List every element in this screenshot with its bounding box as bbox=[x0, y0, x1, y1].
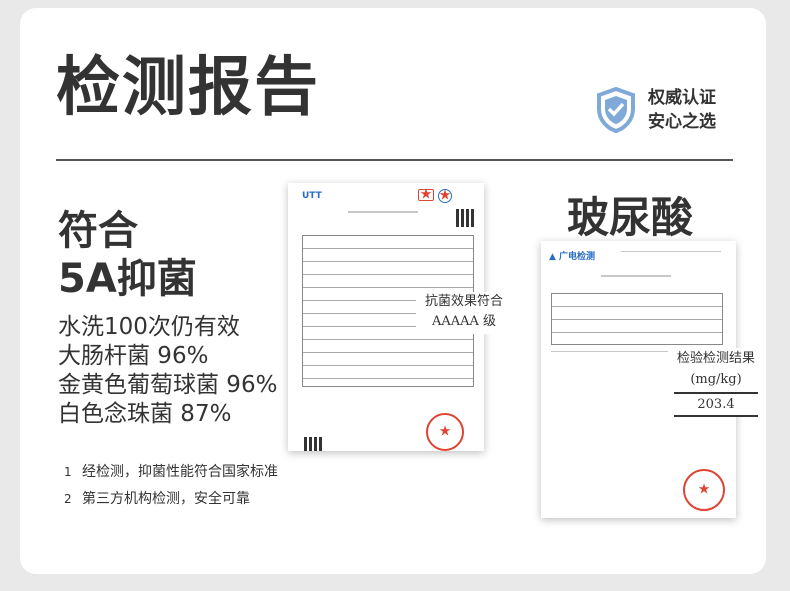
notes-list: 1 经检测，抑菌性能符合国家标准 2 第三方机构检测，安全可靠 bbox=[64, 459, 278, 513]
stat-item: 白色念珠菌 87% bbox=[58, 401, 232, 427]
note-number: 2 bbox=[64, 492, 72, 506]
badge-line-1: 权威认证 bbox=[648, 88, 716, 108]
report-heading bbox=[601, 275, 671, 277]
note-text: 第三方机构检测，安全可靠 bbox=[82, 491, 250, 507]
callout-line-2: AAAAA 级 bbox=[431, 314, 497, 329]
badge-line-2: 安心之选 bbox=[648, 112, 716, 132]
stat-item: 水洗100次仍有效 bbox=[58, 314, 240, 340]
cma-mark bbox=[418, 189, 434, 201]
callout-test-result: 检验检测结果 (mg/kg) 203.4 bbox=[668, 348, 764, 417]
report-header-line bbox=[621, 251, 721, 252]
qr-code bbox=[456, 209, 474, 227]
report-text-line bbox=[551, 351, 671, 352]
note-item: 1 经检测，抑菌性能符合国家标准 bbox=[64, 459, 278, 486]
stat-item: 大肠杆菌 96% bbox=[58, 343, 209, 369]
callout-unit: (mg/kg) bbox=[690, 372, 742, 387]
callout-title: 检验检测结果 bbox=[676, 351, 755, 366]
qr-code bbox=[304, 437, 322, 451]
report-logo: ▲ 广电检测 bbox=[549, 252, 596, 262]
page-title: 检测报告 bbox=[56, 51, 320, 125]
report-table bbox=[551, 293, 723, 345]
title-divider bbox=[56, 159, 733, 161]
report-heading bbox=[348, 211, 418, 213]
shield-check-icon bbox=[597, 87, 635, 133]
stats-list: 水洗100次仍有效 大肠杆菌 96% 金黄色葡萄球菌 96% 白色念珠菌 87% bbox=[58, 313, 277, 429]
cnas-mark bbox=[438, 189, 452, 203]
note-number: 1 bbox=[64, 465, 72, 479]
badge-text: 权威认证 安心之选 bbox=[648, 86, 716, 134]
callout-antibacterial: 抗菌效果符合 AAAAA 级 bbox=[416, 292, 512, 334]
note-item: 2 第三方机构检测，安全可靠 bbox=[64, 486, 278, 513]
claim-line-1: 符合 bbox=[58, 208, 138, 254]
official-seal bbox=[426, 413, 464, 451]
certification-badge: 权威认证 安心之选 bbox=[596, 86, 716, 134]
callout-line-1: 抗菌效果符合 bbox=[424, 294, 503, 309]
claim-line-2: 5A抑菌 bbox=[58, 256, 197, 302]
note-text: 经检测，抑菌性能符合国家标准 bbox=[82, 464, 278, 480]
claim-heading: 符合 5A抑菌 bbox=[58, 207, 197, 303]
stat-item: 金黄色葡萄球菌 96% bbox=[58, 372, 278, 398]
report-logo: UTT bbox=[302, 191, 322, 201]
official-seal bbox=[683, 469, 725, 511]
product-label: 玻尿酸 bbox=[567, 193, 694, 242]
callout-value: 203.4 bbox=[674, 392, 758, 417]
